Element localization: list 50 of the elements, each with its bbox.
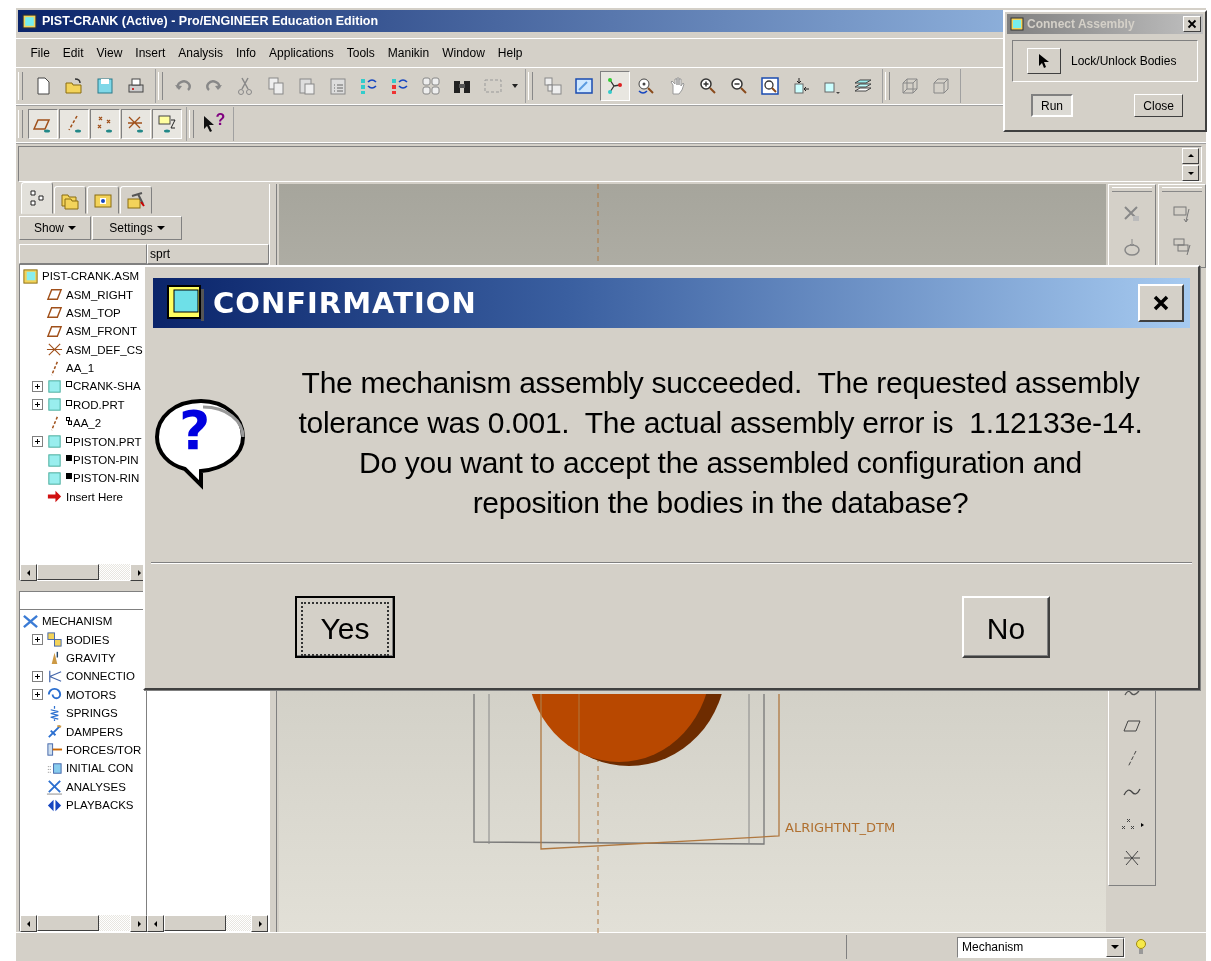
column-header[interactable]: sprt xyxy=(147,243,269,264)
mode-dropdown[interactable]: Mechanism xyxy=(957,936,1125,958)
tree-item[interactable]: ROD.PRT xyxy=(73,398,125,411)
dialog-button[interactable]: Yes xyxy=(295,596,395,658)
dialog-button[interactable]: Run xyxy=(1031,94,1073,117)
menu-item[interactable]: Edit xyxy=(56,46,91,60)
tree-item[interactable]: CONNECTIO xyxy=(66,670,135,683)
tree-item[interactable]: SPRINGS xyxy=(66,707,118,720)
menu-item[interactable]: Insert xyxy=(128,46,172,60)
menu-item[interactable]: Manikin xyxy=(381,46,436,60)
tree-item[interactable]: AA_2 xyxy=(73,417,102,430)
datum-label: ALRIGHTNT_DTM xyxy=(785,820,896,835)
tree-item[interactable]: PLAYBACKS xyxy=(66,799,134,812)
tree-item[interactable]: MECHANISM xyxy=(42,615,113,628)
tree-item[interactable]: PISTON-RIN xyxy=(73,472,140,485)
tree-item[interactable]: ASM_TOP xyxy=(66,306,121,319)
dialog-button[interactable]: Close xyxy=(1134,94,1183,117)
menu-button[interactable]: Settings xyxy=(92,216,182,240)
tree-item[interactable]: CRANK-SHA xyxy=(73,380,141,393)
tree-item[interactable]: PIST-CRANK.ASM xyxy=(42,270,140,283)
menu-item[interactable]: Tools xyxy=(340,46,382,60)
tree-item[interactable]: ASM_DEF_CS xyxy=(66,343,143,356)
tree-item[interactable]: DAMPERS xyxy=(66,725,123,738)
tree-item[interactable]: ASM_FRONT xyxy=(66,325,137,338)
tree-item[interactable]: MOTORS xyxy=(66,688,117,701)
tree-item[interactable]: AA_1 xyxy=(66,362,95,375)
tree-item[interactable]: PISTON-PIN xyxy=(73,454,139,466)
tree-item[interactable]: PISTON.PRT xyxy=(73,435,142,448)
tree-item[interactable]: INITIAL CON xyxy=(66,762,134,775)
window-title: PIST-CRANK (Active) - Pro/ENGINEER Education Edition xyxy=(42,14,379,28)
menu-item[interactable]: Analysis xyxy=(171,46,230,60)
menu-item[interactable]: View xyxy=(90,46,129,60)
dialog-title: Connect Assembly xyxy=(1027,17,1136,31)
tree-item[interactable]: BODIES xyxy=(66,633,110,646)
tree-item[interactable]: ANALYSES xyxy=(66,780,126,793)
lock-label: Lock/Unlock Bodies xyxy=(1071,54,1177,68)
toolbar-button[interactable]: ? xyxy=(199,109,229,139)
dialog-title: CONFIRMATION xyxy=(213,286,478,320)
menu-button[interactable]: Show xyxy=(19,216,91,240)
message-text: The mechanism assembly succeeded. The requested assembly tolerance was 0.001. The actual assembly error is 1.12133e-14. Do you want to accept the assembled configuration and reposition the bodies in the database? xyxy=(297,365,1144,521)
dialog-button[interactable]: No xyxy=(962,596,1050,658)
menu-item[interactable]: Info xyxy=(229,46,263,60)
tree-item[interactable]: FORCES/TOR xyxy=(66,743,142,756)
menu-item[interactable]: Window xyxy=(435,46,492,60)
tree-item[interactable]: GRAVITY xyxy=(66,651,116,664)
menu-item[interactable]: File xyxy=(24,46,57,60)
tree-item[interactable]: ASM_RIGHT xyxy=(66,288,134,301)
menu-item[interactable]: Help xyxy=(491,46,529,60)
menu-item[interactable]: Applications xyxy=(262,46,341,60)
tree-item[interactable]: Insert Here xyxy=(66,490,123,503)
